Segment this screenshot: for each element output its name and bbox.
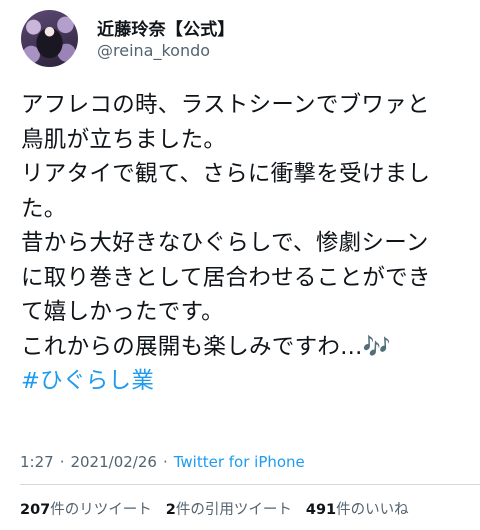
tweet-line: た。 — [21, 195, 67, 222]
tweet-text: アフレコの時、ラストシーンでブワァと 鳥肌が立ちました。 リアタイで観て、さらに… — [21, 88, 466, 399]
quotes-label: 件の引用ツイート — [175, 502, 292, 518]
quotes-count: 2 — [165, 502, 176, 518]
tweet-line: に取り巻きとして居合わせることができ — [21, 264, 431, 291]
user-handle[interactable]: @reina_kondo — [97, 41, 210, 60]
tweet-line: て嬉しかったです。 — [21, 299, 224, 325]
avatar[interactable] — [21, 10, 78, 67]
retweets-count: 207 — [20, 502, 51, 518]
tweet-date[interactable]: 2021/02/26 — [70, 453, 156, 471]
display-name[interactable]: 近藤玲奈【公式】 — [97, 15, 235, 40]
tweet-line: リアタイで観て、さらに衝撃を受けまし — [21, 161, 431, 187]
retweets-label: 件のリツイート — [50, 502, 152, 518]
tweet-line: アフレコの時、ラストシーンでブワァと — [21, 92, 430, 118]
tweet-meta: 1:27 · 2021/02/26 · Twitter for iPhone — [20, 453, 305, 471]
meta-separator: · — [59, 453, 65, 471]
tweet-source-link[interactable]: Twitter for iPhone — [174, 453, 305, 471]
hashtag-link[interactable]: #ひぐらし業 — [21, 364, 466, 399]
tweet-time[interactable]: 1:27 — [20, 453, 54, 471]
retweets-stat[interactable]: 207件のリツイート — [20, 498, 152, 519]
tweet-stats: 207件のリツイート 2件の引用ツイート 491件のいいね — [20, 498, 423, 519]
tweet-line: 鳥肌が立ちました。 — [21, 126, 227, 153]
likes-stat[interactable]: 491件のいいね — [306, 498, 409, 519]
tweet-header: 近藤玲奈【公式】 @reina_kondo — [17, 8, 463, 70]
likes-label: 件のいいね — [336, 502, 409, 518]
tweet-line: 昔から大好きなひぐらしで、惨劇シーン — [21, 230, 429, 256]
quotes-stat[interactable]: 2件の引用ツイート — [166, 498, 292, 519]
meta-separator: · — [162, 453, 168, 471]
divider — [20, 484, 480, 485]
likes-count: 491 — [305, 502, 337, 518]
tweet-line: これからの展開も楽しみですわ...🎶 — [21, 333, 391, 360]
name-row: 近藤玲奈【公式】 — [97, 14, 235, 40]
